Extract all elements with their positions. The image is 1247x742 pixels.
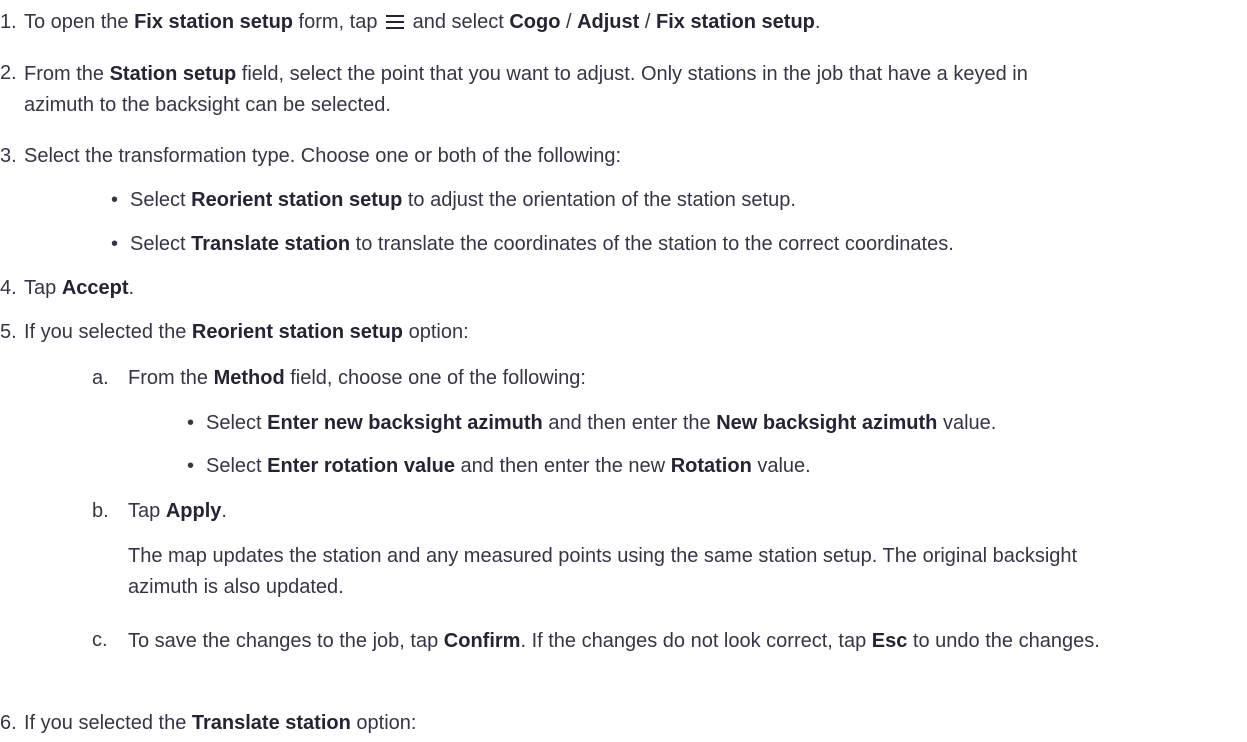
list-item-text: Select Reorient station setup to adjust … xyxy=(130,186,1247,215)
text-run: From the xyxy=(24,63,110,85)
option-name: Translate station xyxy=(191,712,351,734)
field-name: Rotation xyxy=(670,455,752,477)
instructions-page: 1. To open the Fix station setup form, t… xyxy=(0,0,1247,742)
text-run: / xyxy=(639,11,656,33)
text-run: value. xyxy=(937,412,997,434)
option-name: Enter rotation value xyxy=(267,455,455,477)
option-name: Reorient station setup xyxy=(191,321,404,343)
field-name: Station setup xyxy=(109,63,237,85)
field-name: New backsight azimuth xyxy=(716,412,938,434)
text-run: field, choose one of the following: xyxy=(284,367,586,389)
text-run: Select xyxy=(130,233,192,255)
substep-text: From the Method field, choose one of the… xyxy=(128,364,1243,393)
step-text: If you selected the Reorient station set… xyxy=(24,318,1243,347)
text-run: option: xyxy=(403,321,469,343)
text-run: value. xyxy=(751,455,811,477)
substep-letter: c. xyxy=(92,629,108,651)
bullet-icon: • xyxy=(187,412,195,434)
option-name: Translate station xyxy=(191,233,351,255)
field-name: Method xyxy=(213,367,285,389)
text-run: and select xyxy=(407,11,510,33)
substep-a: a. From the Method field, choose one of … xyxy=(0,364,1247,394)
step-text: Select the transformation type. Choose o… xyxy=(24,145,622,167)
text-run: From the xyxy=(128,367,214,389)
step-text: Tap Accept. xyxy=(24,274,1243,303)
substep-letter: b. xyxy=(92,500,109,522)
form-name: Fix station setup xyxy=(134,11,293,33)
list-item-text: Select Translate station to translate th… xyxy=(130,230,1247,259)
option-name: Enter new backsight azimuth xyxy=(267,412,543,434)
substep-note: The map updates the station and any meas… xyxy=(0,541,1247,603)
menu-cogo: Cogo xyxy=(509,11,561,33)
step-3: 3. Select the transformation type. Choos… xyxy=(0,142,1247,172)
text-run: . xyxy=(128,277,135,299)
text-run: . xyxy=(814,11,821,33)
step-1: 1. To open the Fix station setup form, t… xyxy=(0,8,1247,38)
text-run: Tap xyxy=(24,277,62,299)
substep-text: To save the changes to the job, tap Conf… xyxy=(128,626,1138,657)
text-run: to adjust the orientation of the station… xyxy=(402,189,796,211)
button-name: Apply xyxy=(165,500,222,522)
substep-letter: a. xyxy=(92,367,109,389)
menu-icon xyxy=(386,15,405,29)
text-run: . If the changes do not look correct, ta… xyxy=(520,630,872,652)
list-item-text: Select Enter new backsight azimuth and t… xyxy=(206,409,1243,438)
bullet-icon: • xyxy=(187,455,195,477)
text-run: form, tap xyxy=(293,11,384,33)
text-run: Select xyxy=(130,189,192,211)
list-item: • Select Enter new backsight azimuth and… xyxy=(0,409,1247,439)
bullet-icon: • xyxy=(111,189,119,211)
note-text: The map updates the station and any meas… xyxy=(128,545,1078,598)
menu-fix-station-setup: Fix station setup xyxy=(655,11,815,33)
bullet-icon: • xyxy=(111,233,119,255)
text-run: Select xyxy=(206,412,268,434)
step-4: 4. Tap Accept. xyxy=(0,274,1247,304)
option-name: Reorient station setup xyxy=(191,189,403,211)
text-run: To open the xyxy=(24,11,135,33)
step-6: 6. If you selected the Translate station… xyxy=(0,709,1247,739)
text-run: to translate the coordinates of the stat… xyxy=(350,233,954,255)
step-text: To open the Fix station setup form, tap … xyxy=(24,8,1243,37)
text-run: / xyxy=(560,11,578,33)
step-2: 2. From the Station setup field, select … xyxy=(0,59,1247,119)
text-run: and then enter the new xyxy=(454,455,671,477)
list-item: • Select Translate station to translate … xyxy=(0,230,1247,260)
text-run: If you selected the xyxy=(24,321,192,343)
substep-c: c. To save the changes to the job, tap C… xyxy=(0,626,1247,688)
text-run: . xyxy=(221,500,227,522)
list-item: • Select Reorient station setup to adjus… xyxy=(0,186,1247,216)
button-name: Accept xyxy=(61,277,129,299)
list-item-text: Select Enter rotation value and then ent… xyxy=(206,452,1243,481)
text-run: to undo the changes. xyxy=(907,630,1100,652)
button-name: Confirm xyxy=(443,630,521,652)
text-run: option: xyxy=(350,712,417,734)
text-run: Select xyxy=(206,455,268,477)
text-run: To save the changes to the job, tap xyxy=(128,630,444,652)
list-item: • Select Enter rotation value and then e… xyxy=(0,452,1247,482)
text-run: If you selected the xyxy=(24,712,192,734)
button-name: Esc xyxy=(871,630,908,652)
substep-text: Tap Apply. xyxy=(128,497,1243,526)
text-run: Tap xyxy=(128,500,166,522)
step-5: 5. If you selected the Reorient station … xyxy=(0,318,1247,348)
substep-b: b. Tap Apply. xyxy=(0,497,1247,527)
menu-adjust: Adjust xyxy=(577,11,640,33)
step-text: From the Station setup field, select the… xyxy=(24,59,1064,121)
text-run: and then enter the xyxy=(542,412,717,434)
step-text: If you selected the Translate station op… xyxy=(24,709,1243,738)
